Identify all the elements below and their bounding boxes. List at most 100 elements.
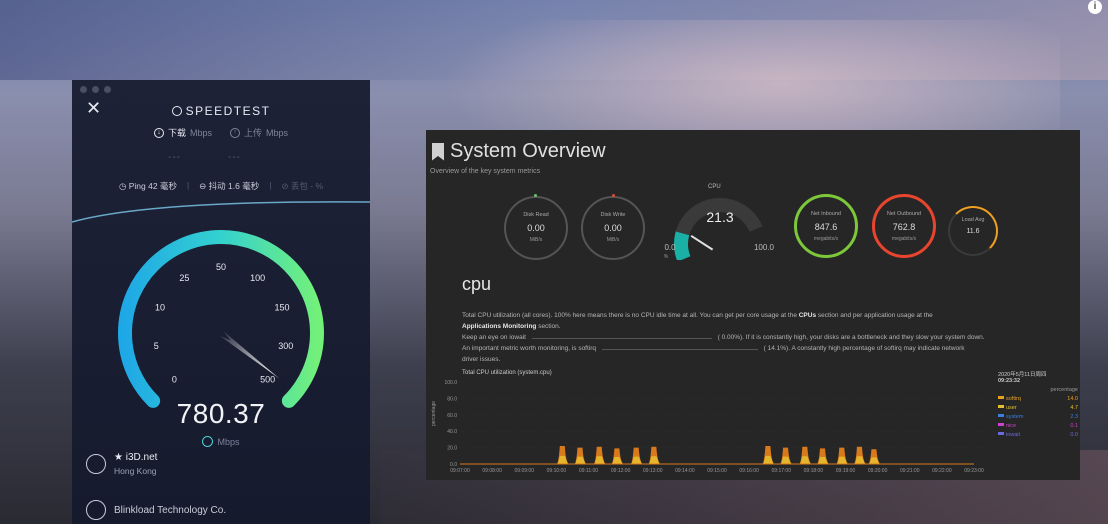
x-tick-label: 09:16:00 (739, 468, 759, 474)
status-dot (534, 194, 537, 197)
legend-rows: softirq 14.0 user 4.7 system 2.3 nice 0.1 iowait… (998, 396, 1078, 438)
x-tick-label: 09:14:00 (675, 468, 695, 474)
download-icon: ↓ (153, 127, 164, 138)
window-dot[interactable] (92, 86, 99, 93)
gauge-load[interactable]: Load Avg 11.6 (948, 206, 998, 256)
y-tick-label: 100.0 (444, 380, 457, 386)
description-line: Applications Monitoring section. (462, 323, 561, 330)
globe-icon (86, 454, 106, 474)
speedtest-window: ✕ SPEEDTEST ↓ 下载 Mbps ↑ 上传 Mbps --- --- … (72, 80, 370, 524)
gauge-value: 0.00 (604, 223, 622, 233)
server-name: ★ i3D.net (114, 452, 158, 463)
legend-item[interactable]: softirq 14.0 (998, 396, 1078, 402)
chart-legend: 2020年5月11日周四 09:23:32 percentage softirq… (998, 370, 1078, 438)
legend-item[interactable]: iowait 0.0 (998, 432, 1078, 438)
cpu-arc-fill (674, 231, 691, 260)
x-tick-label: 09:07:00 (450, 468, 470, 474)
cpu-arc (674, 198, 763, 260)
tab-download[interactable]: ↓ 下载 Mbps (153, 126, 212, 139)
text-span: section. (536, 323, 561, 330)
text-span: Keep an eye on iowait (462, 334, 526, 341)
iowait-line: Keep an eye on iowait ( 0.00%). If it is… (462, 334, 985, 341)
upload-icon: ↑ (230, 127, 240, 138)
gauge-value: 762.8 (892, 222, 916, 232)
gauge-unit: MiB/s (606, 237, 620, 243)
latency-info: ◷ Ping 42 毫秒 | ⊖ 抖动 1.6 毫秒 | ⊘ 丢包 - % (72, 180, 370, 192)
info-icon[interactable]: i (1088, 0, 1102, 14)
legend-name: system (998, 414, 1023, 420)
softirq-sparkline (601, 349, 758, 350)
legend-header: percentage (1050, 387, 1078, 393)
cpu-gauge-unit: % (664, 254, 669, 260)
server-location: Hong Kong (114, 466, 157, 476)
gauge-disk-read[interactable]: Disk Read 0.00 MiB/s (504, 196, 568, 260)
chart-grid (460, 381, 990, 465)
x-tick-label: 09:10:00 (547, 468, 567, 474)
legend-value: 0.0 (1070, 432, 1078, 438)
gauge-value: 847.6 (814, 222, 838, 232)
jitter-value: ⊖ 抖动 1.6 毫秒 (199, 181, 260, 191)
legend-item[interactable]: nice 0.1 (998, 423, 1078, 429)
gauge-tick-label: 0 (172, 375, 177, 385)
gauge-label: Disk Write (600, 212, 626, 218)
x-tick-label: 09:20:00 (868, 468, 888, 474)
status-dot (612, 194, 615, 197)
legend-swatch (998, 414, 1004, 417)
legend-value: 0.1 (1070, 423, 1078, 429)
legend-name: softirq (998, 396, 1021, 402)
gauge-tick-label: 10 (155, 303, 165, 313)
text-span: An important metric worth monitoring, is… (462, 345, 597, 352)
chart-x-ticks: 09:07:00 09:08:00 09:09:00 09:10:00 09:11:00… (450, 468, 984, 474)
gauge-tick-label: 300 (278, 341, 293, 351)
gauge-net-outbound[interactable]: Net Outbound 762.8 megabits/s (872, 194, 936, 258)
download-icon (202, 436, 214, 447)
gauge-net-inbound[interactable]: Net Inbound 847.6 megabits/s (794, 194, 858, 258)
gauge-tick-label: 25 (179, 273, 189, 283)
gauge-disk-write[interactable]: Disk Write 0.00 MiB/s (581, 196, 645, 260)
window-dot[interactable] (80, 86, 87, 93)
gauge-ticks: 0 5 10 25 50 100 150 300 500 (154, 262, 293, 385)
x-tick-label: 09:11:00 (579, 468, 598, 474)
x-tick-label: 09:17:00 (772, 468, 792, 474)
cpu-gauge-max: 100.0 (754, 243, 775, 252)
page-title: System Overview (432, 140, 606, 163)
legend-item[interactable]: user 4.7 (998, 405, 1078, 411)
legend-item[interactable]: system 2.3 (998, 414, 1078, 420)
text-span: Total CPU utilization (all cores). 100% … (462, 312, 799, 319)
x-tick-label: 09:12:00 (611, 468, 631, 474)
cpu-gauge[interactable]: 21.3 0.0 100.0 % (660, 180, 780, 260)
jitter-icon: ⊖ (199, 181, 209, 191)
page-subtitle: Overview of the key system metrics (430, 168, 541, 175)
legend-value: 14.0 (1067, 396, 1078, 402)
divider: | (186, 180, 190, 190)
cpus-link[interactable]: CPUs (799, 312, 816, 319)
gauge-label: Load Avg (961, 217, 985, 223)
x-tick-label: 09:22:00 (932, 468, 952, 474)
tab-unit: Mbps (189, 127, 212, 138)
y-tick-label: 80.0 (447, 396, 457, 402)
server-info[interactable]: ★ i3D.net Hong Kong (86, 452, 157, 476)
gauge-tick-label: 100 (250, 273, 265, 283)
tab-upload[interactable]: ↑ 上传 Mbps (230, 126, 288, 139)
speedometer-icon (171, 106, 182, 116)
gauge-needle (219, 330, 280, 379)
text-span: ( 14.1%). A constantly high percentage o… (763, 345, 965, 352)
chart-y-ticks: 100.080.060.040.020.00.0 (444, 380, 457, 468)
gauge-label: Net Outbound (886, 211, 922, 217)
gauge-value: 0.00 (527, 223, 545, 233)
x-tick-label: 09:21:00 (900, 468, 920, 474)
isp-info[interactable]: Blinkload Technology Co. (86, 500, 226, 520)
x-tick-label: 09:23:00 (964, 468, 984, 474)
gauge-needle-shape (219, 330, 280, 379)
legend-swatch (998, 432, 1004, 435)
divider: | (269, 180, 272, 190)
ping-value: ◷ Ping 42 毫秒 (118, 181, 177, 191)
window-dot[interactable] (104, 86, 111, 93)
tab-label: 下载 (167, 128, 186, 138)
applications-link[interactable]: Applications Monitoring (462, 323, 536, 330)
legend-time: 09:23:32 (998, 378, 1021, 384)
gauge-label: Net Inbound (811, 211, 841, 217)
legend-value: 2.3 (1070, 414, 1078, 420)
cpu-utilization-chart[interactable]: Total CPU utilization (system.cpu) perce… (430, 368, 994, 478)
gauge-value: 11.6 (966, 228, 980, 235)
